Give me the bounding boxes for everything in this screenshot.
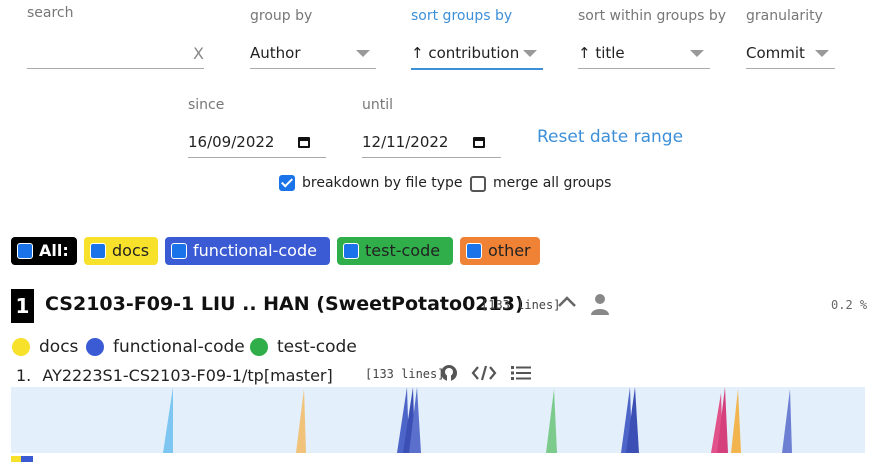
chevron-down-icon bbox=[690, 50, 704, 57]
group-rank: 1 bbox=[11, 289, 34, 323]
file-type-docs-toggle[interactable]: docs bbox=[84, 237, 158, 265]
github-icon[interactable] bbox=[440, 364, 458, 382]
chevron-up-icon[interactable] bbox=[556, 294, 578, 310]
docs-legend-dot bbox=[12, 338, 30, 356]
sort-groups-by-select[interactable]: ↑ contribution bbox=[411, 38, 543, 70]
search-label: search bbox=[27, 5, 74, 21]
chevron-down-icon bbox=[523, 50, 537, 57]
file-type-label: other bbox=[488, 241, 531, 260]
file-type-label: docs bbox=[112, 241, 150, 260]
ramp-mark[interactable] bbox=[731, 389, 741, 453]
repo-title[interactable]: 1. AY2223S1-CS2103-F09-1/tp[master] bbox=[16, 366, 333, 385]
checkbox-icon[interactable] bbox=[466, 243, 482, 259]
ramp-svg bbox=[163, 387, 792, 453]
group-title[interactable]: CS2103-F09-1 LIU .. HAN (SweetPotato0213… bbox=[45, 293, 524, 315]
file-type-other-toggle[interactable]: other bbox=[460, 237, 540, 265]
group-by-value: Author bbox=[250, 44, 301, 62]
legend-label: docs bbox=[39, 337, 79, 357]
sort-within-groups-select[interactable]: ↑ title bbox=[578, 38, 710, 69]
bottom-bar-docs bbox=[11, 456, 21, 462]
until-date-input[interactable]: 12/11/2022 bbox=[362, 127, 501, 158]
chevron-down-icon bbox=[356, 50, 370, 57]
granularity-select[interactable]: Commit bbox=[746, 38, 835, 69]
calendar-icon[interactable] bbox=[298, 137, 310, 148]
checkbox-icon[interactable] bbox=[17, 243, 33, 259]
until-value: 12/11/2022 bbox=[362, 133, 449, 151]
ramp-mark[interactable] bbox=[296, 389, 306, 453]
merge-all-groups-label: merge all groups bbox=[493, 175, 612, 191]
breakdown-by-file-type-checkbox[interactable] bbox=[279, 175, 295, 191]
reset-date-range-link[interactable]: Reset date range bbox=[537, 127, 683, 147]
list-icon[interactable] bbox=[511, 365, 531, 381]
clear-search-button[interactable]: X bbox=[193, 44, 204, 63]
sort-groups-by-label: sort groups by bbox=[411, 8, 513, 24]
ramp-mark[interactable] bbox=[782, 389, 792, 453]
ramp-mark[interactable] bbox=[163, 387, 173, 453]
since-label: since bbox=[188, 97, 225, 113]
file-type-functional-code-toggle[interactable]: functional-code bbox=[165, 237, 330, 265]
until-label: until bbox=[362, 97, 394, 113]
bottom-bar-functional-code bbox=[21, 456, 33, 462]
file-type-label: test-code bbox=[365, 241, 441, 260]
repo-name: AY2223S1-CS2103-F09-1/tp[master] bbox=[42, 366, 333, 385]
file-type-label: All: bbox=[39, 241, 69, 260]
group-by-select[interactable]: Author bbox=[250, 38, 376, 69]
merge-all-groups-checkbox[interactable] bbox=[470, 176, 486, 192]
search-input[interactable]: X bbox=[27, 38, 204, 69]
checkbox-icon[interactable] bbox=[343, 243, 359, 259]
sort-groups-by-value: ↑ contribution bbox=[411, 44, 520, 62]
functional-code-legend-dot bbox=[86, 338, 104, 356]
breakdown-by-file-type-label: breakdown by file type bbox=[302, 175, 463, 191]
calendar-icon[interactable] bbox=[473, 137, 485, 148]
file-type-test-code-toggle[interactable]: test-code bbox=[337, 237, 453, 265]
since-value: 16/09/2022 bbox=[188, 133, 275, 151]
since-date-input[interactable]: 16/09/2022 bbox=[188, 127, 326, 158]
contribution-percent: 0.2 % bbox=[831, 298, 868, 312]
legend-label: functional-code bbox=[113, 337, 245, 357]
repo-index: 1. bbox=[16, 366, 32, 385]
group-by-label: group by bbox=[250, 8, 313, 24]
file-type-all-toggle[interactable]: All: bbox=[11, 237, 77, 265]
granularity-label: granularity bbox=[746, 8, 823, 24]
repo-lines-count: [133 lines] bbox=[365, 367, 445, 381]
granularity-value: Commit bbox=[746, 44, 805, 62]
user-icon[interactable] bbox=[589, 292, 611, 316]
sort-within-groups-value: ↑ title bbox=[578, 44, 625, 62]
ramp-mark[interactable] bbox=[546, 389, 557, 453]
sort-within-groups-label: sort within groups by bbox=[578, 8, 727, 24]
test-code-legend-dot bbox=[250, 338, 268, 356]
legend-label: test-code bbox=[277, 337, 357, 357]
group-lines-count: [133 lines] bbox=[481, 298, 561, 312]
code-icon[interactable] bbox=[471, 364, 497, 382]
file-type-label: functional-code bbox=[193, 241, 317, 260]
checkbox-icon[interactable] bbox=[90, 243, 106, 259]
contribution-ramp-chart[interactable] bbox=[11, 387, 865, 453]
checkbox-icon[interactable] bbox=[171, 243, 187, 259]
chevron-down-icon bbox=[815, 50, 829, 57]
